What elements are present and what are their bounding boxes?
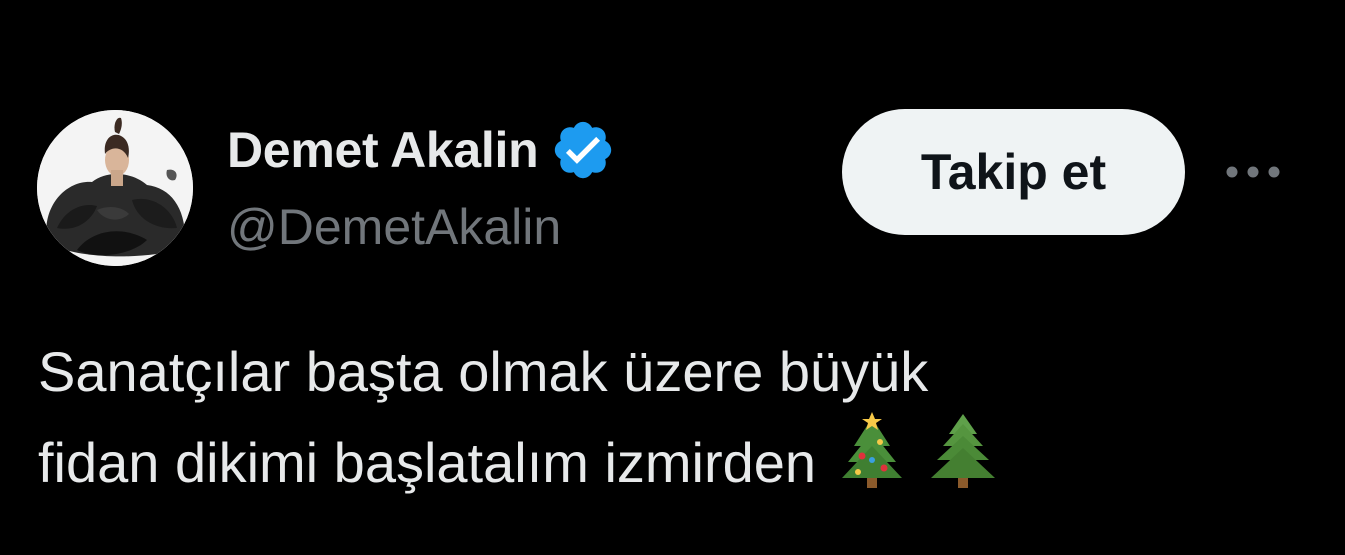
avatar[interactable]: [37, 110, 193, 266]
verified-badge-icon: [550, 117, 616, 183]
user-handle[interactable]: @DemetAkalin: [227, 198, 561, 256]
avatar-image: [37, 110, 193, 266]
more-options-button[interactable]: [1221, 150, 1285, 194]
tweet-text: Sanatçılar başta olmak üzere büyük fidan…: [38, 332, 1298, 511]
display-name: Demet Akalin: [227, 122, 539, 178]
more-horizontal-icon: [1226, 166, 1280, 178]
tweet-text-line-1: Sanatçılar başta olmak üzere büyük: [38, 340, 929, 403]
tweet-text-line: Sanatçılar başta olmak üzere büyük: [38, 332, 1298, 412]
christmas-tree-icon: [840, 412, 904, 511]
follow-button[interactable]: Takip et: [842, 109, 1185, 235]
evergreen-tree-icon: [927, 412, 999, 511]
user-name-row[interactable]: Demet Akalin: [227, 118, 616, 182]
tweet-text-line: fidan dikimi başlatalım izmirden: [38, 412, 1298, 511]
tweet-card: Demet Akalin @DemetAkalin Takip et Sanat…: [0, 0, 1345, 555]
tweet-text-line-2: fidan dikimi başlatalım izmirden: [38, 431, 817, 494]
